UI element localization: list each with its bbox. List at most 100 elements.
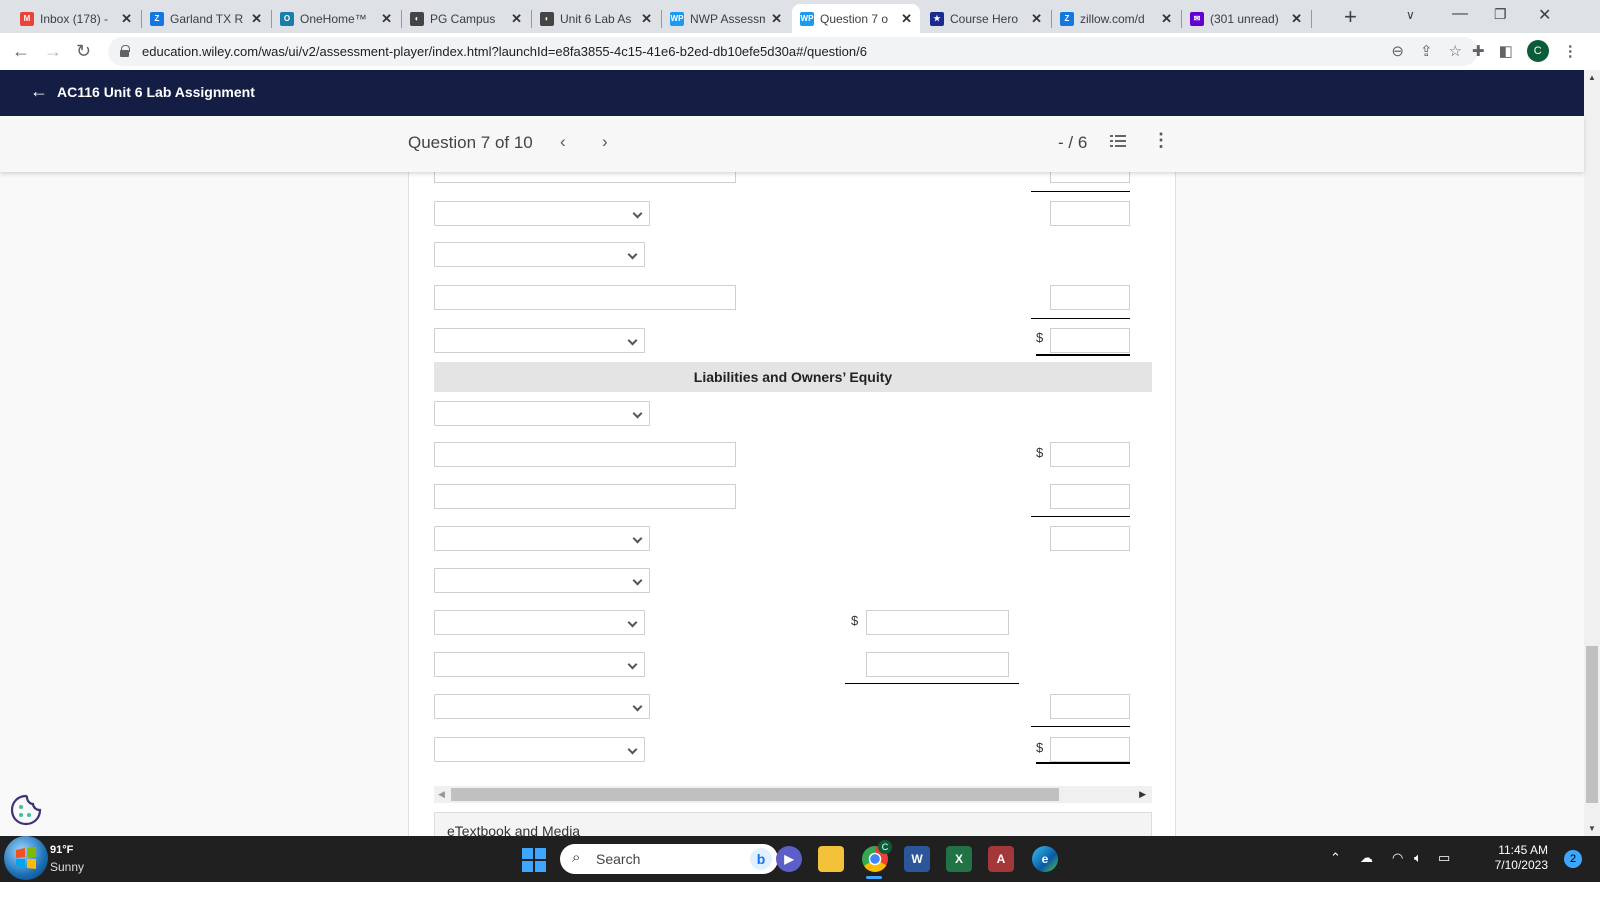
total-liabilities-equity-input[interactable] bbox=[1050, 737, 1130, 762]
bookmark-star-icon[interactable]: ☆ bbox=[1449, 42, 1462, 60]
close-tab-icon[interactable]: ✕ bbox=[771, 11, 782, 27]
scroll-down-arrow-icon[interactable]: ▼ bbox=[1588, 824, 1596, 833]
total-liabilities-equity-select[interactable] bbox=[434, 737, 645, 762]
account-select[interactable] bbox=[434, 652, 645, 677]
close-tab-icon[interactable]: ✕ bbox=[121, 11, 132, 27]
system-clock[interactable]: 11:45 AM 7/10/2023 bbox=[1486, 843, 1548, 873]
close-tab-icon[interactable]: ✕ bbox=[251, 11, 262, 27]
close-tab-icon[interactable]: ✕ bbox=[641, 11, 652, 27]
volume-icon[interactable]: 🔈︎ bbox=[1414, 850, 1422, 866]
close-tab-icon[interactable]: ✕ bbox=[381, 11, 392, 27]
tab-search-chevron-icon[interactable]: ∨ bbox=[1406, 8, 1415, 22]
amount-input[interactable] bbox=[866, 652, 1009, 677]
edge-icon[interactable]: e bbox=[1032, 846, 1058, 872]
browser-tab[interactable]: WP Question 7 o ✕ bbox=[792, 4, 920, 33]
file-explorer-icon[interactable] bbox=[818, 846, 844, 872]
windows-start-button[interactable] bbox=[522, 848, 546, 872]
cookie-settings-icon[interactable] bbox=[8, 792, 44, 828]
zoom-out-icon[interactable]: ⊖ bbox=[1391, 42, 1404, 60]
wifi-icon[interactable]: ◠ bbox=[1392, 850, 1403, 866]
account-select[interactable] bbox=[434, 568, 650, 593]
subtotal-rule bbox=[1031, 191, 1130, 192]
close-tab-icon[interactable]: ✕ bbox=[1291, 11, 1302, 27]
side-panel-icon[interactable]: ◧ bbox=[1499, 42, 1513, 60]
close-tab-icon[interactable]: ✕ bbox=[901, 11, 912, 27]
battery-icon[interactable]: ▭ bbox=[1438, 850, 1450, 866]
close-tab-icon[interactable]: ✕ bbox=[511, 11, 522, 27]
account-select[interactable] bbox=[434, 242, 645, 267]
account-name-input[interactable] bbox=[434, 172, 736, 183]
reload-icon[interactable]: ↻ bbox=[76, 41, 91, 62]
new-tab-button[interactable]: + bbox=[1344, 4, 1357, 30]
taskbar-search-box[interactable]: ⌕ Search b bbox=[560, 844, 778, 874]
browser-tab-strip: M Inbox (178) - ✕ Z Garland TX R ✕ O OneHome™ ✕ ◐… bbox=[0, 0, 1600, 33]
total-assets-input[interactable] bbox=[1050, 328, 1130, 353]
teams-meet-icon[interactable]: ▶ bbox=[776, 846, 802, 872]
profile-avatar[interactable]: C bbox=[1526, 40, 1549, 62]
amount-input[interactable] bbox=[1050, 285, 1130, 310]
browser-tab[interactable]: M Inbox (178) - ✕ bbox=[12, 4, 140, 33]
amount-input[interactable] bbox=[1050, 484, 1130, 509]
scroll-right-arrow-icon[interactable]: ▶ bbox=[1139, 789, 1146, 800]
browser-tab[interactable]: O OneHome™ ✕ bbox=[272, 4, 400, 33]
total-assets-select[interactable] bbox=[434, 328, 645, 353]
amount-input[interactable] bbox=[1050, 694, 1130, 719]
restore-button[interactable]: ❐ bbox=[1494, 6, 1507, 23]
onedrive-cloud-icon[interactable]: ☁ bbox=[1360, 850, 1373, 866]
amount-input[interactable] bbox=[866, 610, 1009, 635]
account-select[interactable] bbox=[434, 694, 650, 719]
scroll-left-arrow-icon[interactable]: ◀ bbox=[438, 789, 445, 800]
close-tab-icon[interactable]: ✕ bbox=[1161, 11, 1172, 27]
scroll-up-arrow-icon[interactable]: ▲ bbox=[1588, 73, 1596, 82]
browser-tab[interactable]: Z Garland TX R ✕ bbox=[142, 4, 270, 33]
word-icon[interactable]: W bbox=[904, 846, 930, 872]
page-vertical-scrollbar[interactable]: ▲ ▼ bbox=[1584, 70, 1600, 836]
next-question-chevron-icon[interactable]: › bbox=[602, 132, 608, 152]
account-select[interactable] bbox=[434, 201, 650, 226]
extensions-puzzle-icon[interactable]: ✚ bbox=[1472, 42, 1485, 60]
account-name-input[interactable] bbox=[434, 285, 736, 310]
back-to-assignment-icon[interactable]: ← bbox=[30, 81, 48, 102]
browser-tab[interactable]: WP NWP Assessm ✕ bbox=[662, 4, 790, 33]
bing-icon[interactable]: b bbox=[750, 848, 772, 870]
previous-question-chevron-icon[interactable]: ‹ bbox=[560, 132, 566, 152]
close-window-button[interactable]: ✕ bbox=[1538, 5, 1551, 25]
weather-temperature[interactable]: 91°F bbox=[50, 844, 73, 856]
horizontal-scroll-thumb[interactable] bbox=[451, 788, 1059, 801]
account-name-input[interactable] bbox=[434, 442, 736, 467]
close-tab-icon[interactable]: ✕ bbox=[1031, 11, 1042, 27]
etextbook-media-panel[interactable]: eTextbook and Media bbox=[434, 812, 1152, 836]
amount-input[interactable] bbox=[1050, 526, 1130, 551]
weather-widget-icon[interactable] bbox=[4, 836, 48, 880]
browser-tab[interactable]: ✉ (301 unread) ✕ bbox=[1182, 4, 1310, 33]
amount-input[interactable] bbox=[1050, 201, 1130, 226]
excel-icon[interactable]: X bbox=[946, 846, 972, 872]
assignment-title[interactable]: AC116 Unit 6 Lab Assignment bbox=[57, 84, 255, 100]
account-select[interactable] bbox=[434, 526, 650, 551]
vertical-scroll-thumb[interactable] bbox=[1586, 646, 1598, 803]
browser-tab[interactable]: ◐ Unit 6 Lab As ✕ bbox=[532, 4, 660, 33]
back-arrow-icon[interactable]: ← bbox=[12, 41, 30, 62]
share-icon[interactable]: ⇪ bbox=[1420, 42, 1433, 60]
lock-icon bbox=[120, 45, 130, 57]
show-hidden-icons-chevron[interactable]: ⌃ bbox=[1330, 850, 1341, 866]
access-icon[interactable]: A bbox=[988, 846, 1014, 872]
notification-badge[interactable]: 2 bbox=[1564, 850, 1582, 868]
browser-tab[interactable]: ◐ PG Campus ✕ bbox=[402, 4, 530, 33]
url-text[interactable]: education.wiley.com/was/ui/v2/assessment… bbox=[142, 44, 867, 59]
account-name-input[interactable] bbox=[434, 484, 736, 509]
weather-description[interactable]: Sunny bbox=[50, 860, 84, 874]
liabilities-category-select[interactable] bbox=[434, 401, 650, 426]
account-select[interactable] bbox=[434, 610, 645, 635]
amount-input[interactable] bbox=[1050, 442, 1130, 467]
horizontal-scrollbar[interactable]: ◀ ▶ bbox=[434, 786, 1152, 803]
forward-arrow-icon[interactable]: → bbox=[44, 41, 62, 62]
address-bar[interactable]: education.wiley.com/was/ui/v2/assessment… bbox=[108, 37, 1478, 66]
more-options-icon[interactable]: ⋮ bbox=[1152, 130, 1170, 151]
browser-menu-icon[interactable]: ⋮ bbox=[1563, 42, 1578, 60]
question-list-icon[interactable] bbox=[1110, 134, 1126, 148]
browser-tab[interactable]: ★ Course Hero ✕ bbox=[922, 4, 1050, 33]
amount-input[interactable] bbox=[1050, 172, 1130, 183]
minimize-button[interactable]: — bbox=[1452, 5, 1468, 23]
browser-tab[interactable]: Zzillow.com/d ✕ bbox=[1052, 4, 1180, 33]
